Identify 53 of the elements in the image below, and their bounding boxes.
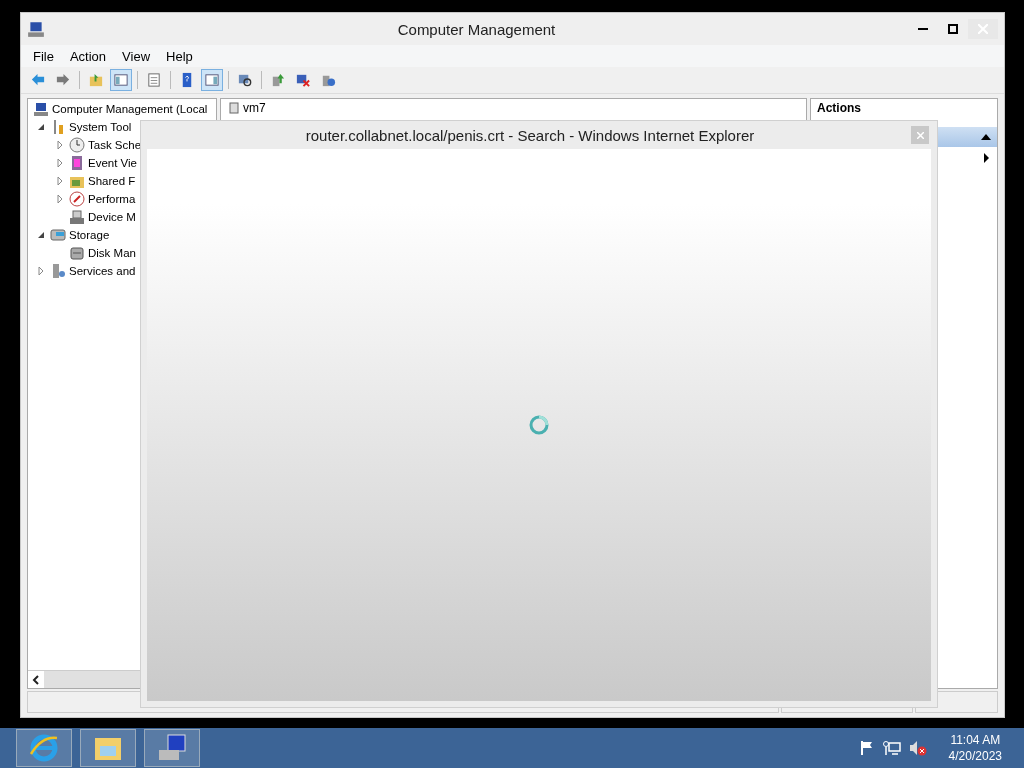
pane-header: vm7 bbox=[243, 101, 266, 115]
tree-item[interactable]: Storage bbox=[69, 229, 110, 241]
flag-icon[interactable] bbox=[858, 740, 875, 756]
scroll-left-button[interactable] bbox=[28, 671, 44, 688]
submenu-arrow-icon[interactable] bbox=[984, 153, 989, 163]
list-icon bbox=[146, 72, 162, 88]
device-icon bbox=[229, 102, 239, 114]
tree-item[interactable]: Services and bbox=[69, 265, 136, 277]
menu-item[interactable]: File bbox=[25, 48, 62, 64]
taskbar-button[interactable] bbox=[144, 729, 200, 767]
tree-item[interactable]: Device M bbox=[88, 211, 136, 223]
services-icon bbox=[50, 263, 66, 279]
tree-item[interactable]: Disk Man bbox=[88, 247, 136, 259]
tree-item[interactable]: Performa bbox=[88, 193, 136, 205]
folder-up-icon bbox=[88, 72, 104, 88]
collapse-icon bbox=[981, 134, 991, 140]
network-icon[interactable] bbox=[882, 740, 901, 756]
log-icon bbox=[69, 155, 85, 171]
tree-item[interactable]: Event Vie bbox=[88, 157, 137, 169]
tree-pane-icon bbox=[113, 72, 129, 88]
clock-date[interactable]: 4/20/2023 bbox=[948, 748, 1002, 764]
browser-icon bbox=[28, 732, 60, 764]
window-title: Computer Management bbox=[396, 20, 557, 38]
loading-spinner-icon bbox=[528, 414, 550, 436]
back-arrow-icon bbox=[30, 72, 46, 88]
gauge-icon bbox=[69, 191, 85, 207]
monitor-cross-icon bbox=[295, 72, 311, 88]
speaker-muted-icon[interactable] bbox=[908, 740, 927, 756]
tree-item[interactable]: System Tool bbox=[69, 121, 132, 133]
device-icon bbox=[69, 209, 85, 225]
taskbar-button[interactable] bbox=[16, 729, 72, 767]
maximize-icon bbox=[948, 24, 958, 34]
monitor-magnifier-icon bbox=[237, 72, 253, 88]
action-pane-icon bbox=[204, 72, 220, 88]
tree-item[interactable]: Shared F bbox=[88, 175, 136, 187]
actions-header: Actions bbox=[816, 100, 862, 117]
clock-time[interactable]: 11:04 AM bbox=[950, 732, 1001, 748]
forward-arrow-icon bbox=[55, 72, 71, 88]
computer-icon bbox=[33, 101, 49, 117]
dialog-title: router.collabnet.local/penis.crt - Search - Windows Internet Explorer bbox=[304, 126, 756, 144]
storage-icon bbox=[50, 227, 66, 243]
close-icon bbox=[916, 131, 924, 139]
menu-item[interactable]: Action bbox=[61, 48, 115, 64]
clock-icon bbox=[69, 137, 85, 153]
menu-item[interactable]: View bbox=[114, 48, 159, 64]
left-chevron-icon bbox=[32, 674, 40, 685]
device-up-arrow-icon bbox=[270, 72, 286, 88]
taskbar-button[interactable] bbox=[80, 729, 136, 767]
minimize-icon bbox=[918, 28, 928, 30]
menu-item[interactable]: Help bbox=[158, 48, 201, 64]
tree-item[interactable]: Task Sche bbox=[88, 139, 142, 151]
tree-item[interactable]: Computer Management (Local bbox=[52, 103, 208, 115]
computer-icon bbox=[27, 20, 45, 38]
